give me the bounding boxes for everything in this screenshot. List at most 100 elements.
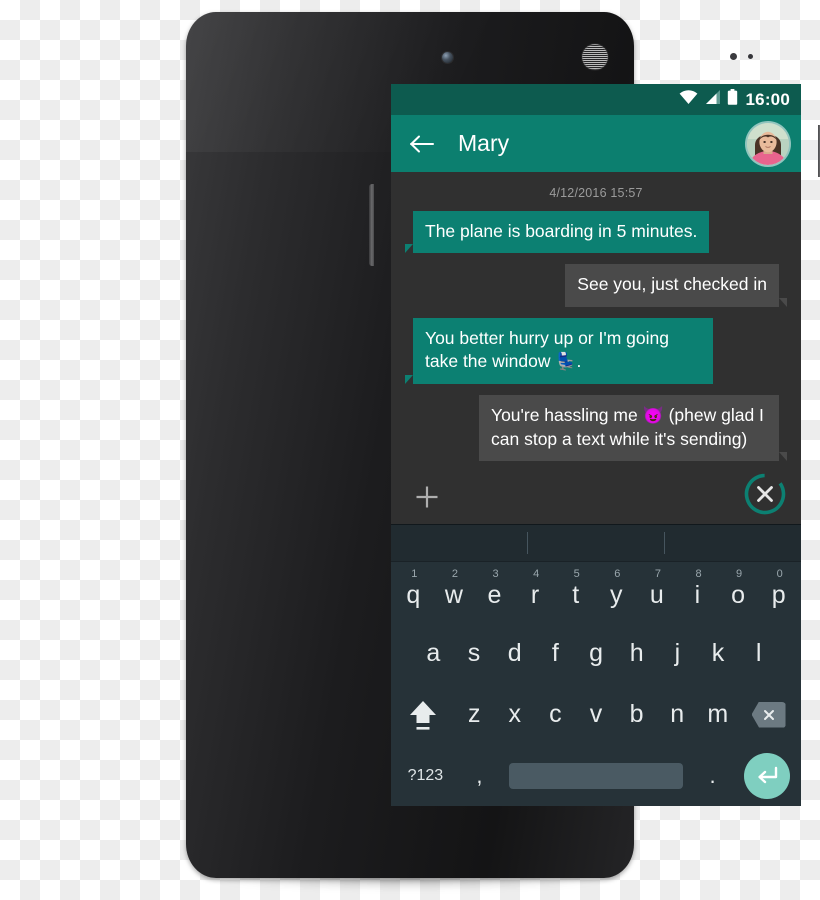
key-m[interactable]: m (697, 684, 738, 745)
key-c[interactable]: c (535, 684, 576, 745)
key-l[interactable]: l (738, 623, 779, 684)
app-bar: Mary (391, 115, 801, 172)
key-num: 2 (451, 568, 459, 580)
front-camera-icon (442, 52, 453, 63)
key-label: d (507, 639, 522, 667)
key-g[interactable]: g (576, 623, 617, 684)
contact-name: Mary (458, 130, 510, 156)
message-row: You're hassling me 😈 (phew glad I can st… (405, 395, 787, 462)
airplane-seat-emoji: 💺 (555, 352, 577, 372)
key-w[interactable]: 2 w (434, 562, 475, 623)
plus-attach-icon[interactable] (414, 484, 440, 510)
suggestion-slot-3[interactable] (664, 532, 801, 554)
status-bar-clock: 16:00 (745, 89, 790, 109)
back-arrow-icon[interactable] (408, 130, 436, 158)
proximity-sensor-icon (730, 53, 737, 60)
message-text-after: . (576, 351, 582, 372)
key-d[interactable]: d (494, 623, 535, 684)
conversation-thread[interactable]: 4/12/2016 15:57 The plane is boarding in… (391, 172, 801, 524)
key-num: 8 (695, 568, 702, 580)
key-z[interactable]: z (454, 684, 495, 745)
key-num: 7 (654, 568, 661, 580)
key-x[interactable]: x (495, 684, 536, 745)
message-bubble-outgoing[interactable]: The plane is boarding in 5 minutes. (404, 211, 710, 254)
key-label: g (589, 639, 603, 667)
key-n[interactable]: n (657, 684, 698, 745)
key-i[interactable]: 8 i (677, 562, 718, 623)
space-key[interactable] (501, 745, 691, 806)
smiling-devil-emoji: 😈 (642, 406, 664, 426)
suggestion-bar[interactable] (391, 524, 801, 562)
key-label: f (551, 639, 559, 667)
cancel-send-icon[interactable] (742, 471, 788, 517)
key-label: t (572, 581, 580, 609)
keyboard-row-bottom: z x c v b n m (391, 684, 801, 745)
key-u[interactable]: 7 u (637, 562, 678, 623)
key-b[interactable]: b (616, 684, 657, 745)
onscreen-keyboard[interactable]: 1 q 2 w 3 e 4 r 5 t 6 y 7 u 8 i 9 o 0 p … (391, 524, 801, 806)
key-label: x (508, 700, 522, 728)
key-s[interactable]: s (454, 623, 495, 684)
suggestion-slot-2[interactable] (527, 532, 664, 554)
message-text: You better hurry up or I'm going take th… (425, 327, 669, 372)
message-text: See you, just checked in (577, 274, 767, 295)
key-a[interactable]: a (413, 623, 454, 684)
avatar[interactable] (747, 122, 789, 165)
key-j[interactable]: j (657, 623, 698, 684)
symbols-key[interactable]: ?123 (393, 745, 458, 806)
key-e[interactable]: 3 e (474, 562, 515, 623)
shift-caps-icon[interactable] (393, 684, 454, 745)
key-o[interactable]: 9 o (718, 562, 759, 623)
key-label: q (406, 581, 421, 609)
message-bubble-outgoing[interactable]: You better hurry up or I'm going take th… (405, 317, 713, 385)
keyboard-row-middle: a s d f g h j k l (391, 623, 801, 684)
key-y[interactable]: 6 y (596, 562, 637, 623)
date-divider: 4/12/2016 15:57 (549, 186, 643, 200)
phone-screen: 16:00 Mary 4/12/2016 15:57 The plane is … (391, 84, 801, 806)
key-label: m (707, 700, 729, 728)
period-key[interactable]: . (691, 745, 734, 806)
key-label: s (467, 639, 481, 667)
message-text: You're hassling me (491, 405, 643, 426)
key-num: 1 (411, 568, 418, 580)
wifi-icon (679, 90, 698, 109)
key-h[interactable]: h (616, 623, 657, 684)
key-num: 4 (533, 568, 540, 580)
key-num: 6 (614, 568, 621, 580)
key-label: h (629, 639, 644, 667)
message-row: You better hurry up or I'm going take th… (405, 317, 787, 385)
message-text: The plane is boarding in 5 minutes. (425, 221, 698, 241)
key-k[interactable]: k (698, 623, 739, 684)
status-bar: 16:00 (391, 84, 801, 115)
key-label: i (694, 581, 701, 609)
key-q[interactable]: 1 q (393, 562, 434, 623)
comma-key[interactable]: , (458, 745, 501, 806)
key-num: 9 (736, 568, 743, 580)
battery-full-icon (727, 89, 738, 110)
spacebar-surface[interactable] (508, 762, 684, 789)
cellular-signal-icon (704, 90, 721, 109)
key-label: j (674, 639, 681, 667)
key-label: y (610, 581, 623, 609)
key-label: e (487, 581, 502, 609)
message-row: See you, just checked in (405, 264, 787, 308)
volume-rocker[interactable] (369, 184, 374, 266)
key-f[interactable]: f (535, 623, 576, 684)
key-p[interactable]: 0 p (758, 562, 799, 623)
key-num: 5 (573, 568, 580, 580)
key-r[interactable]: 4 r (515, 562, 556, 623)
keyboard-row-top: 1 q 2 w 3 e 4 r 5 t 6 y 7 u 8 i 9 o 0 p (391, 562, 801, 623)
message-bubble-incoming[interactable]: See you, just checked in (565, 264, 787, 308)
key-t[interactable]: 5 t (555, 562, 596, 623)
key-label: w (444, 581, 463, 609)
phone-device: 16:00 Mary 4/12/2016 15:57 The plane is … (186, 12, 820, 878)
light-sensor-icon (748, 54, 753, 59)
key-label: n (670, 700, 685, 728)
key-label: k (711, 639, 725, 667)
message-bubble-incoming[interactable]: You're hassling me 😈 (phew glad I can st… (479, 395, 787, 462)
suggestion-slot-1[interactable] (391, 532, 527, 554)
backspace-icon[interactable] (738, 684, 799, 745)
enter-return-icon[interactable] (734, 745, 799, 806)
key-label: z (467, 700, 481, 728)
key-v[interactable]: v (576, 684, 617, 745)
